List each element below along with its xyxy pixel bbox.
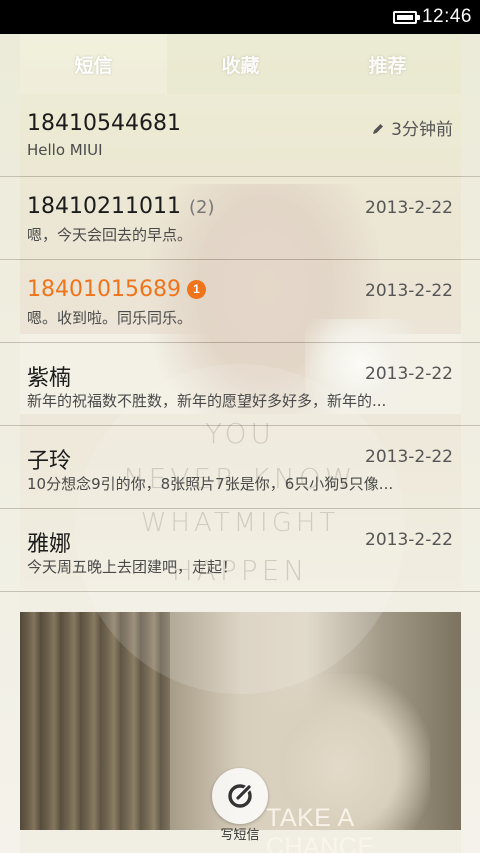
conversation-item[interactable]: 18410211011 (2) 2013-2-22 嗯，今天会回去的早点。 bbox=[0, 177, 480, 260]
compose-label: 写短信 bbox=[220, 828, 260, 843]
status-clock: 12:46 bbox=[421, 6, 472, 27]
row-background bbox=[20, 343, 461, 425]
message-preview: 嗯。收到啦。同乐同乐。 bbox=[27, 309, 193, 327]
message-preview: 10分想念9引的你，8张照片7张是你，6只小狗5只像... bbox=[27, 475, 394, 493]
tab-bar: 短信 收藏 推荐 bbox=[20, 34, 461, 94]
contact-name: 子玲 bbox=[27, 449, 72, 474]
row-background bbox=[20, 426, 461, 508]
wallpaper-take-a-chance: TAKE A CHANCE bbox=[266, 804, 466, 853]
conversation-list: 18410544681 3分钟前 Hello MIUI 18410211011(… bbox=[0, 94, 480, 592]
unread-badge: 1 bbox=[186, 280, 206, 299]
message-date: 2013-2-22 bbox=[365, 447, 453, 467]
battery-icon bbox=[392, 10, 420, 24]
contact-name: 雅娜 bbox=[27, 532, 72, 557]
conversation-item[interactable]: 子玲 2013-2-22 10分想念9引的你，8张照片7张是你，6只小狗5只像.… bbox=[0, 426, 480, 509]
message-preview: 新年的祝福数不胜数，新年的愿望好多好多，新年的... bbox=[27, 392, 387, 410]
tab-recommended[interactable]: 推荐 bbox=[314, 34, 461, 94]
contact-name: 18410544681 bbox=[27, 111, 181, 136]
message-count: (2) bbox=[188, 197, 215, 218]
conversation-item[interactable]: 雅娜 2013-2-22 今天周五晚上去团建吧，走起！ bbox=[0, 509, 480, 592]
contact-name: 紫楠 bbox=[27, 366, 72, 391]
message-preview: 嗯，今天会回去的早点。 bbox=[27, 226, 193, 244]
contact-name: 18410211011 (2) bbox=[27, 194, 215, 219]
message-preview: 今天周五晚上去团建吧，走起！ bbox=[27, 558, 238, 576]
conversation-item[interactable]: 紫楠 2013-2-22 新年的祝福数不胜数，新年的愿望好多好多，新年的... bbox=[0, 343, 480, 426]
status-bar: 12:46 bbox=[0, 0, 480, 34]
message-date: 2013-2-22 bbox=[365, 530, 453, 550]
message-preview: Hello MIUI bbox=[27, 141, 103, 159]
conversation-item[interactable]: 18410544681 3分钟前 Hello MIUI bbox=[0, 94, 480, 177]
wallpaper-chance: CHANCE bbox=[266, 833, 375, 853]
message-time: 3分钟前 bbox=[371, 115, 453, 140]
conversation-item[interactable]: 18401015689 1 2013-2-22 嗯。收到啦。同乐同乐。 bbox=[0, 260, 480, 343]
compose-button[interactable] bbox=[212, 768, 268, 824]
contact-name: 18401015689 1 bbox=[27, 277, 206, 302]
tab-favorites[interactable]: 收藏 bbox=[167, 34, 314, 94]
compose-icon bbox=[228, 784, 252, 808]
message-date: 2013-2-22 bbox=[365, 198, 453, 218]
tab-messages[interactable]: 短信 bbox=[20, 34, 167, 94]
row-background bbox=[20, 509, 461, 591]
pencil-icon bbox=[373, 124, 384, 134]
message-date: 2013-2-22 bbox=[365, 281, 453, 301]
message-date: 2013-2-22 bbox=[365, 364, 453, 384]
